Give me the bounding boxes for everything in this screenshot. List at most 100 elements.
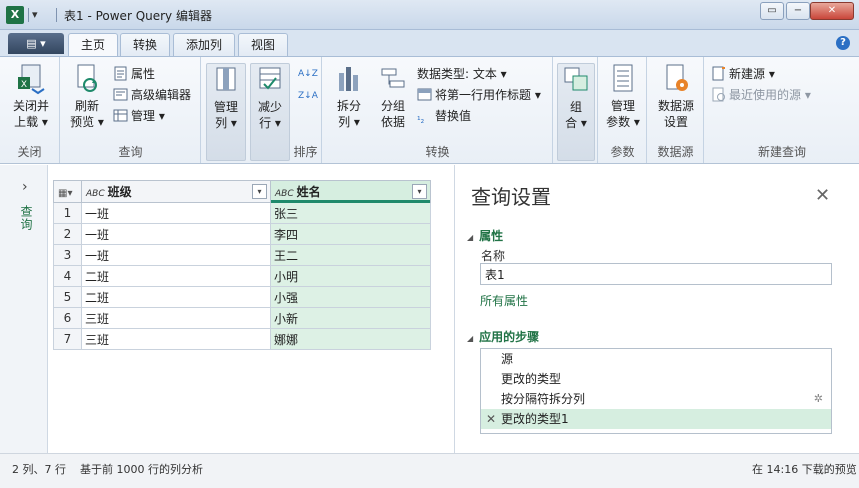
step-item[interactable]: 源 xyxy=(481,349,831,369)
filter-dropdown-icon[interactable]: ▾ xyxy=(412,184,427,199)
parameters-icon xyxy=(613,64,633,92)
group-label: 数据源 xyxy=(657,145,694,159)
sort-ascending-icon[interactable]: A↓Z xyxy=(298,65,318,83)
group-by-button[interactable]: 分组 依据 xyxy=(373,63,413,130)
table-cell[interactable]: 小新 xyxy=(270,307,431,329)
group-by-label-2: 依据 xyxy=(380,115,405,129)
text-type-icon[interactable]: ABC xyxy=(275,189,294,199)
filter-dropdown-icon[interactable]: ▾ xyxy=(252,184,267,199)
minimize-icon[interactable]: − xyxy=(786,2,810,20)
table-row[interactable]: 5 二班 小强 xyxy=(53,286,431,308)
group-data-source: 数据源 设置 数据源 xyxy=(648,57,704,163)
data-grid-area: ▦▾ ABC 班级 ▾ ABC 姓名 ▾ 1 一班 张三 2 一班 李四 3 一班 王二 4 二班… xyxy=(49,165,453,453)
column-header-class[interactable]: ABC 班级 ▾ xyxy=(81,180,271,203)
reduce-rows-label-2: 行 ▾ xyxy=(259,116,281,130)
table-cell[interactable]: 二班 xyxy=(81,265,271,287)
expand-chevron-icon[interactable]: › xyxy=(22,179,28,195)
table-row[interactable]: 3 一班 王二 xyxy=(53,244,431,266)
new-source-button[interactable]: 新建源 ▾ xyxy=(711,65,775,83)
replace-values-button[interactable]: ¹₂ 替换值 xyxy=(417,107,471,126)
table-cell[interactable]: 一班 xyxy=(81,244,271,266)
properties-icon xyxy=(114,66,127,81)
table-cell[interactable]: 张三 xyxy=(270,202,431,224)
step-item[interactable]: 按分隔符拆分列 ✲ xyxy=(481,389,831,409)
table-cell[interactable]: 一班 xyxy=(81,223,271,245)
tab-transform[interactable]: 转换 xyxy=(120,33,171,57)
table-cell[interactable]: 娜娜 xyxy=(270,328,431,350)
column-header-name[interactable]: ABC 姓名 ▾ xyxy=(270,180,431,203)
recent-sources-button[interactable]: 最近使用的源 ▾ xyxy=(711,86,811,104)
close-and-load-button[interactable]: X 关闭并 上载 ▾ xyxy=(6,63,56,130)
table-row[interactable]: 4 二班 小明 xyxy=(53,265,431,287)
queries-pane-label[interactable]: 查询 xyxy=(18,205,35,231)
delete-step-icon[interactable]: ✕ xyxy=(486,409,496,429)
new-source-label: 新建源 ▾ xyxy=(729,67,775,81)
use-first-row-as-headers-button[interactable]: 将第一行用作标题 ▾ xyxy=(417,86,541,104)
table-cell[interactable]: 三班 xyxy=(81,307,271,329)
close-icon[interactable]: ✕ xyxy=(815,185,830,206)
close-load-label-2: 上载 ▾ xyxy=(14,115,48,129)
step-item-selected[interactable]: ✕ 更改的类型1 xyxy=(481,409,831,429)
table-cell[interactable]: 一班 xyxy=(81,202,271,224)
manage-columns-button[interactable]: 管理 列 ▾ xyxy=(206,63,246,161)
manage-columns-label-1: 管理 xyxy=(213,100,238,114)
row-number: 2 xyxy=(53,223,82,245)
table-menu-icon[interactable]: ▦▾ xyxy=(53,180,82,203)
query-settings-title: 查询设置 xyxy=(471,185,551,209)
reduce-rows-icon xyxy=(259,67,281,90)
table-cell[interactable]: 二班 xyxy=(81,286,271,308)
group-label: 转换 xyxy=(425,145,450,159)
combine-button[interactable]: 组 合 ▾ xyxy=(557,63,595,161)
query-name-input[interactable] xyxy=(480,263,832,285)
properties-section-header[interactable]: ◢ 属性 xyxy=(467,227,503,244)
restore-icon[interactable]: ▭ xyxy=(760,2,784,20)
sort-descending-icon[interactable]: Z↓A xyxy=(298,87,318,105)
manage-label: 管理 ▾ xyxy=(131,109,165,123)
manage-parameters-button[interactable]: 管理 参数 ▾ xyxy=(601,63,645,130)
table-row[interactable]: 7 三班 娜娜 xyxy=(53,328,431,350)
gear-icon[interactable]: ✲ xyxy=(814,389,823,409)
table-row[interactable]: 2 一班 李四 xyxy=(53,223,431,245)
table-row[interactable]: 6 三班 小新 xyxy=(53,307,431,329)
group-parameters: 管理 参数 ▾ 参数 xyxy=(599,57,647,163)
table-cell[interactable]: 三班 xyxy=(81,328,271,350)
text-type-icon[interactable]: ABC xyxy=(86,189,105,199)
collapse-triangle-icon[interactable]: ◢ xyxy=(467,233,473,242)
ribbon-tabs: ▤ ▾ 主页 转换 添加列 视图 ? xyxy=(0,30,859,58)
table-cell[interactable]: 小明 xyxy=(270,265,431,287)
applied-steps-label: 应用的步骤 xyxy=(479,330,540,344)
table-cell[interactable]: 李四 xyxy=(270,223,431,245)
step-item[interactable]: 更改的类型 xyxy=(481,369,831,389)
table-cell[interactable]: 小强 xyxy=(270,286,431,308)
data-source-settings-button[interactable]: 数据源 设置 xyxy=(652,63,700,130)
queries-pane-collapsed: › 查询 xyxy=(0,165,48,453)
all-properties-link[interactable]: 所有属性 xyxy=(480,292,528,309)
column-profiling-status[interactable]: 基于前 1000 行的列分析 xyxy=(80,461,203,477)
tab-view[interactable]: 视图 xyxy=(238,33,289,57)
file-menu-button[interactable]: ▤ ▾ xyxy=(8,33,64,54)
properties-label: 属性 xyxy=(131,67,156,81)
close-window-icon[interactable]: ✕ xyxy=(810,2,854,20)
tab-add-column[interactable]: 添加列 xyxy=(173,33,236,57)
name-label: 名称 xyxy=(481,249,506,263)
group-by-icon xyxy=(381,68,405,88)
collapse-triangle-icon[interactable]: ◢ xyxy=(467,334,473,343)
status-bar: 2 列、7 行 基于前 1000 行的列分析 在 14:16 下载的预览 xyxy=(0,453,859,488)
table-row[interactable]: 1 一班 张三 xyxy=(53,202,431,224)
manage-button[interactable]: 管理 ▾ xyxy=(113,107,165,125)
table-cell[interactable]: 王二 xyxy=(270,244,431,266)
first-row-header-icon xyxy=(417,88,432,101)
split-column-button[interactable]: 拆分 列 ▾ xyxy=(329,63,369,130)
new-source-icon xyxy=(712,66,725,81)
help-icon[interactable]: ? xyxy=(836,36,850,50)
advanced-editor-button[interactable]: 高级编辑器 xyxy=(113,86,191,104)
applied-steps-header[interactable]: ◢ 应用的步骤 xyxy=(467,328,539,345)
refresh-preview-button[interactable]: 刷新 预览 ▾ xyxy=(65,63,109,130)
data-type-dropdown[interactable]: 数据类型: 文本 ▾ xyxy=(417,65,507,83)
properties-button[interactable]: 属性 xyxy=(113,65,155,83)
reduce-rows-button[interactable]: 减少 行 ▾ xyxy=(250,63,290,161)
first-row-label: 将第一行用作标题 ▾ xyxy=(435,88,541,102)
close-load-label-1: 关闭并 xyxy=(12,99,49,113)
quick-access-dropdown[interactable]: ▾ xyxy=(32,8,38,21)
tab-home[interactable]: 主页 xyxy=(68,33,119,58)
